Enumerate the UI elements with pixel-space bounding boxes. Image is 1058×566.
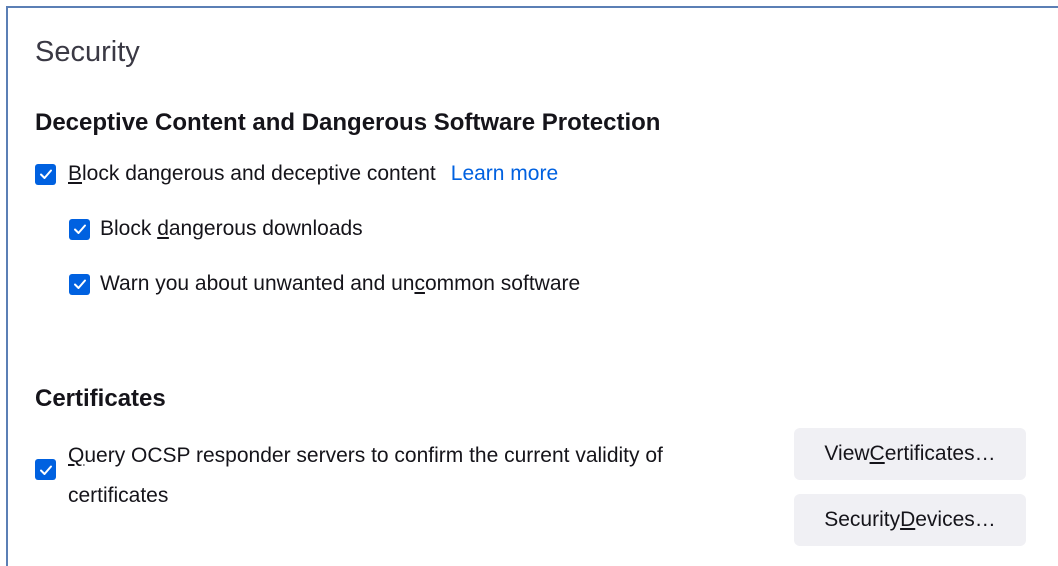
security-devices-post: evices… [915,508,996,531]
block-downloads-text-pre: Block [100,217,158,240]
block-deceptive-content-label[interactable]: Block dangerous and deceptive content [68,161,436,187]
ocsp-query-text: uery OCSP responder servers to confirm t… [68,444,663,507]
checkmark-icon [73,279,86,289]
checkmark-icon [39,169,52,179]
ocsp-query-checkbox[interactable] [35,459,56,480]
access-key-c: c [414,272,425,295]
ocsp-query-label[interactable]: Query OCSP responder servers to confirm … [68,436,748,516]
block-deceptive-content-text: lock dangerous and deceptive content [82,162,436,185]
access-key-d: d [157,217,169,240]
block-downloads-text-post: angerous downloads [168,217,363,240]
access-key-certificates: C [869,442,885,465]
warn-unwanted-text-post: ommon software [424,272,581,295]
security-devices-button[interactable]: Security Devices… [794,494,1026,546]
checkmark-icon [39,465,52,475]
warn-unwanted-software-checkbox[interactable] [69,273,90,295]
access-key-b: B [68,162,83,185]
security-panel: Security Deceptive Content and Dangerous… [6,6,1058,566]
access-key-devices: D [900,508,916,531]
learn-more-link[interactable]: Learn more [451,161,558,187]
block-dangerous-downloads-row: Block dangerous downloads [69,216,363,242]
warn-unwanted-software-row: Warn you about unwanted and uncommon sof… [69,271,580,297]
checkmark-icon [73,224,86,234]
view-certificates-post: ertificates… [884,442,996,465]
access-key-q: Q [68,444,85,467]
block-dangerous-downloads-label[interactable]: Block dangerous downloads [100,216,363,242]
warn-unwanted-text-pre: Warn you about unwanted and un [100,272,415,295]
view-certificates-button[interactable]: View Certificates… [794,428,1026,480]
certificates-heading: Certificates [35,385,166,412]
block-deceptive-content-row: Block dangerous and deceptive content Le… [35,161,558,187]
block-dangerous-downloads-checkbox[interactable] [69,218,90,240]
block-deceptive-content-checkbox[interactable] [35,163,56,185]
view-certificates-pre: View [824,442,870,465]
warn-unwanted-software-label[interactable]: Warn you about unwanted and uncommon sof… [100,271,580,297]
deceptive-content-heading: Deceptive Content and Dangerous Software… [35,109,661,136]
section-title: Security [35,36,140,68]
security-devices-pre: Security [824,508,901,531]
